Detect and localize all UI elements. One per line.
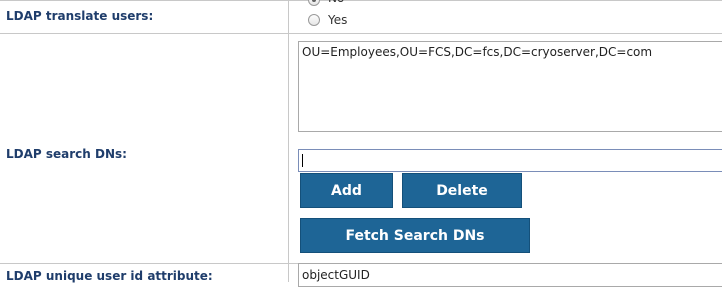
translate-users-options: No Yes [298, 0, 718, 33]
search-dns-label: LDAP search DNs: [6, 147, 127, 161]
label-column-border [288, 0, 289, 282]
unique-user-id-label: LDAP unique user id attribute: [6, 269, 213, 283]
add-button[interactable]: Add [300, 173, 393, 208]
radio-no[interactable] [308, 0, 320, 6]
search-dns-list[interactable]: OU=Employees,OU=FCS,DC=fcs,DC=cryoserver… [298, 41, 722, 132]
translate-users-label: LDAP translate users: [6, 9, 154, 23]
radio-yes-label: Yes [328, 13, 348, 27]
delete-button[interactable]: Delete [402, 173, 522, 208]
unique-user-id-input[interactable]: objectGUID [298, 263, 722, 287]
row-divider-1 [0, 33, 722, 34]
radio-no-label: No [328, 0, 344, 5]
fetch-search-dns-button[interactable]: Fetch Search DNs [300, 218, 530, 253]
text-caret [302, 154, 303, 167]
search-dn-input[interactable] [298, 149, 722, 172]
radio-yes[interactable] [308, 14, 320, 26]
